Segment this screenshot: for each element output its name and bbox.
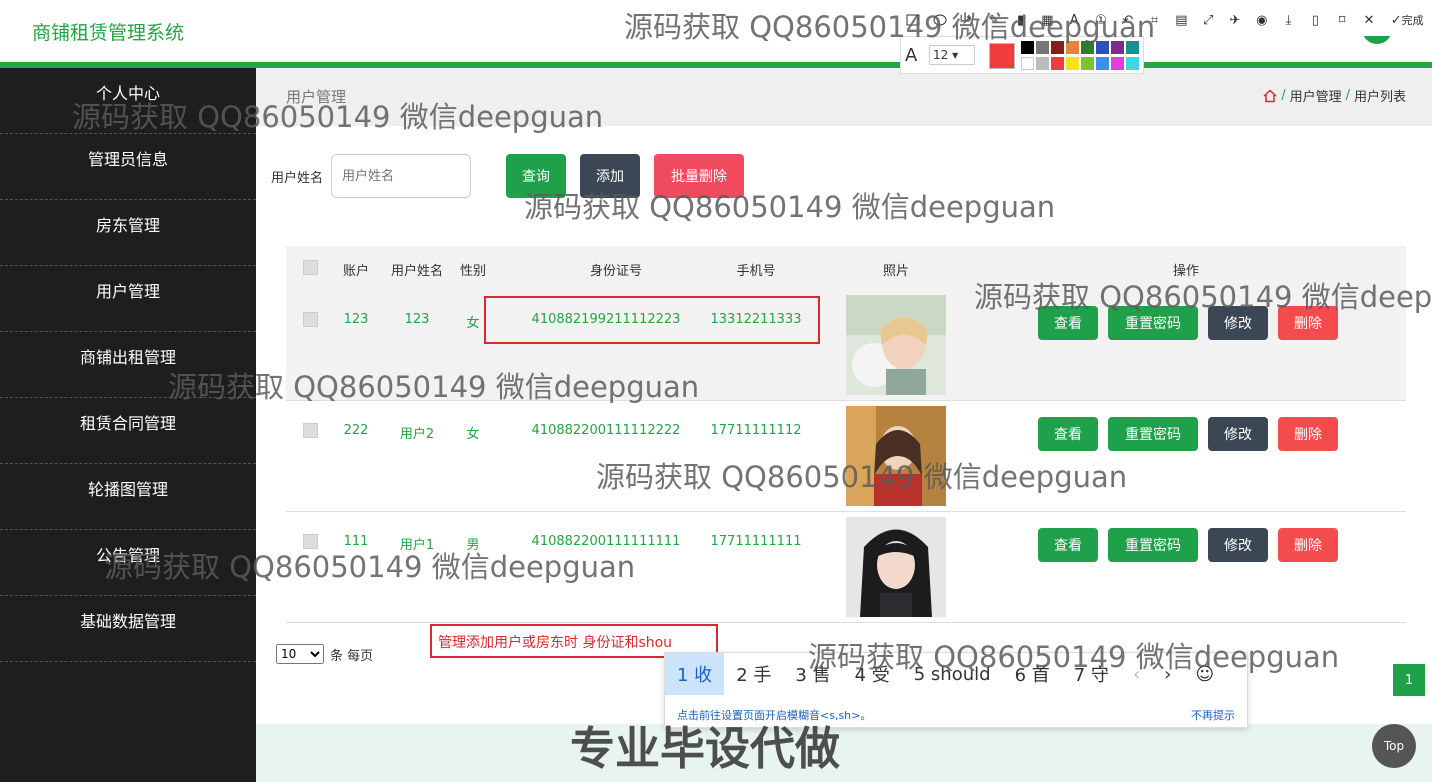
select-all-checkbox[interactable] — [303, 260, 318, 275]
font-size-select[interactable]: 12 ▾ — [929, 45, 975, 65]
delete-button[interactable]: 删除 — [1278, 528, 1338, 562]
user-photo — [846, 517, 946, 617]
sidebar-item-label: 基础数据管理 — [79, 612, 176, 631]
edit-button[interactable]: 修改 — [1208, 528, 1268, 562]
breadcrumb-separator: / — [1345, 88, 1350, 103]
cell-name: 123 — [404, 312, 430, 327]
back-to-top-button[interactable]: Top — [1372, 724, 1416, 768]
app-title: 商铺租赁管理系统 — [32, 22, 185, 44]
cell-id-card: 410882200111112222 — [531, 423, 681, 438]
col-phone: 手机号 — [736, 264, 776, 279]
col-name: 用户姓名 — [390, 264, 443, 279]
phone-icon[interactable]: ▯ — [1302, 8, 1329, 32]
sidebar: 个人中心 管理员信息 房东管理 用户管理 商铺出租管理 租赁合同管理 轮播图管理… — [0, 68, 256, 782]
color-swatch[interactable] — [1096, 57, 1109, 70]
reset-password-button[interactable]: 重置密码 — [1108, 528, 1198, 562]
done-label: 完成 — [1401, 14, 1424, 27]
color-swatch[interactable] — [1111, 57, 1124, 70]
user-photo — [846, 295, 946, 395]
font-size-value: 12 — [933, 48, 949, 62]
sidebar-item-contracts[interactable]: 租赁合同管理 — [0, 398, 256, 464]
watermark-text: 源码获取 QQ86050149 微信deepguan — [596, 460, 1128, 494]
col-photo: 照片 — [882, 264, 909, 279]
color-swatch[interactable] — [1081, 57, 1094, 70]
watermark-text: 源码获取 QQ86050149 微信deepguan — [624, 10, 1156, 44]
cell-name: 用户2 — [399, 427, 435, 442]
record-icon[interactable]: ◉ — [1248, 8, 1275, 32]
download-icon[interactable]: ⤓ — [1275, 8, 1302, 32]
sidebar-item-basic-data[interactable]: 基础数据管理 — [0, 596, 256, 662]
home-icon[interactable] — [1263, 88, 1277, 103]
sidebar-item-label: 用户管理 — [95, 282, 160, 301]
pagination-size: 10 条 每页 — [276, 644, 373, 664]
current-color-swatch[interactable] — [989, 43, 1015, 69]
cell-account: 222 — [343, 423, 369, 438]
watermark-text: 源码获取 QQ86050149 微信deepguan — [104, 550, 636, 584]
check-icon: ✓ — [1390, 12, 1402, 28]
search-label: 用户姓名 — [271, 171, 324, 186]
col-id-card: 身份证号 — [589, 264, 642, 279]
expand-icon[interactable]: ⤢ — [1195, 8, 1222, 32]
ime-candidate[interactable]: 2 手 — [724, 653, 783, 695]
watermark-text: 源码获取 QQ86050149 微信deepguan — [168, 370, 700, 404]
breadcrumb-separator: / — [1281, 88, 1286, 103]
sidebar-item-landlords[interactable]: 房东管理 — [0, 200, 256, 266]
row-checkbox[interactable] — [303, 312, 318, 327]
color-swatch[interactable] — [1126, 57, 1139, 70]
color-swatch[interactable] — [1066, 57, 1079, 70]
cell-phone: 17711111111 — [710, 534, 802, 549]
sidebar-item-users[interactable]: 用户管理 — [0, 266, 256, 332]
reset-password-button[interactable]: 重置密码 — [1108, 417, 1198, 451]
cell-gender: 女 — [466, 427, 480, 442]
color-swatch[interactable] — [1021, 57, 1034, 70]
watermark-text: 源码获取 QQ86050149 微信deep — [974, 280, 1432, 314]
ocr-icon[interactable]: ▤ — [1168, 8, 1195, 32]
watermark-banner: 专业毕设代做 — [570, 722, 841, 775]
watermark-text: 源码获取 QQ86050149 微信deepguan — [72, 100, 604, 134]
ime-candidate[interactable]: 1 收 — [665, 653, 725, 695]
sidebar-item-carousel[interactable]: 轮播图管理 — [0, 464, 256, 530]
ime-dismiss-link[interactable]: 不再提示 — [1191, 707, 1235, 723]
sidebar-item-label: 管理员信息 — [87, 150, 168, 169]
search-input[interactable] — [331, 154, 471, 198]
bookmark-icon[interactable]: ⌑ — [1329, 8, 1356, 32]
sidebar-item-label: 轮播图管理 — [87, 480, 168, 499]
sidebar-item-label: 房东管理 — [95, 216, 160, 235]
watermark-text: 源码获取 QQ86050149 微信deepguan — [524, 190, 1056, 224]
watermark-text: 源码获取 QQ86050149 微信deepguan — [808, 640, 1340, 674]
font-icon: A — [905, 45, 918, 66]
breadcrumb: / 用户管理 / 用户列表 — [1263, 86, 1406, 105]
delete-button[interactable]: 删除 — [1278, 417, 1338, 451]
sidebar-item-label: 租赁合同管理 — [79, 414, 176, 433]
col-account: 账户 — [342, 264, 369, 279]
sidebar-item-admin-info[interactable]: 管理员信息 — [0, 134, 256, 200]
page-size-suffix: 条 每页 — [330, 648, 374, 664]
annotation-highlight-box — [484, 296, 820, 344]
page-number-button[interactable]: 1 — [1393, 664, 1425, 696]
sidebar-item-label: 商铺出租管理 — [79, 348, 176, 367]
row-checkbox[interactable] — [303, 423, 318, 438]
breadcrumb-item-users[interactable]: 用户管理 — [1290, 86, 1342, 105]
col-gender: 性别 — [459, 264, 486, 279]
cell-phone: 17711111112 — [710, 423, 802, 438]
page-size-select[interactable]: 10 — [276, 644, 324, 664]
color-swatch[interactable] — [1051, 57, 1064, 70]
view-button[interactable]: 查看 — [1038, 528, 1098, 562]
pin-icon[interactable]: ✈ — [1222, 8, 1249, 32]
done-button[interactable]: ✓ 完成 — [1382, 8, 1432, 32]
cell-account: 123 — [343, 312, 369, 327]
footer-band — [256, 724, 1432, 782]
view-button[interactable]: 查看 — [1038, 417, 1098, 451]
close-icon[interactable]: ✕ — [1356, 8, 1383, 32]
color-swatch[interactable] — [1036, 57, 1049, 70]
breadcrumb-item-user-list: 用户列表 — [1353, 90, 1406, 105]
edit-button[interactable]: 修改 — [1208, 417, 1268, 451]
